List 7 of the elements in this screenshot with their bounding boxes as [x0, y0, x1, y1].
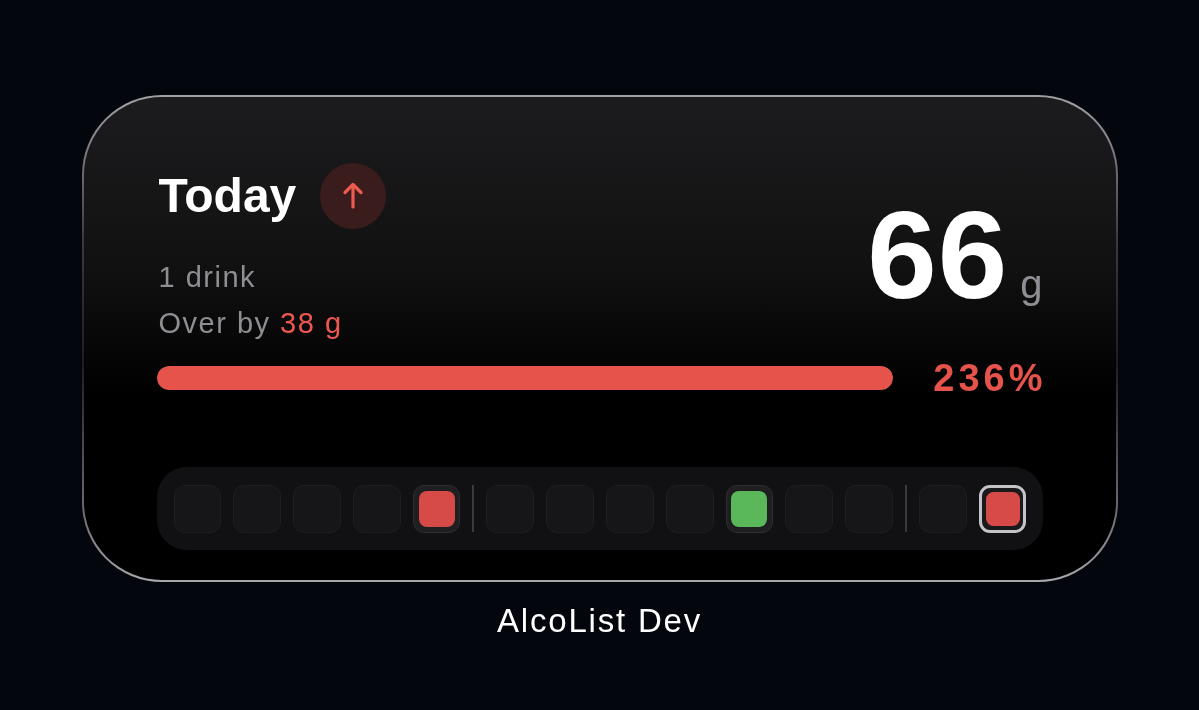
total-grams-value: 66	[867, 192, 1009, 317]
widget-caption: AlcoList Dev	[497, 601, 702, 641]
unit-label: g	[1020, 264, 1043, 304]
over-limit-text: Over by 38 g	[158, 306, 344, 341]
percent-reading: 236%	[933, 356, 1047, 400]
drink-count-text: 1 drink	[158, 260, 258, 295]
widget-title: Today	[158, 168, 297, 224]
